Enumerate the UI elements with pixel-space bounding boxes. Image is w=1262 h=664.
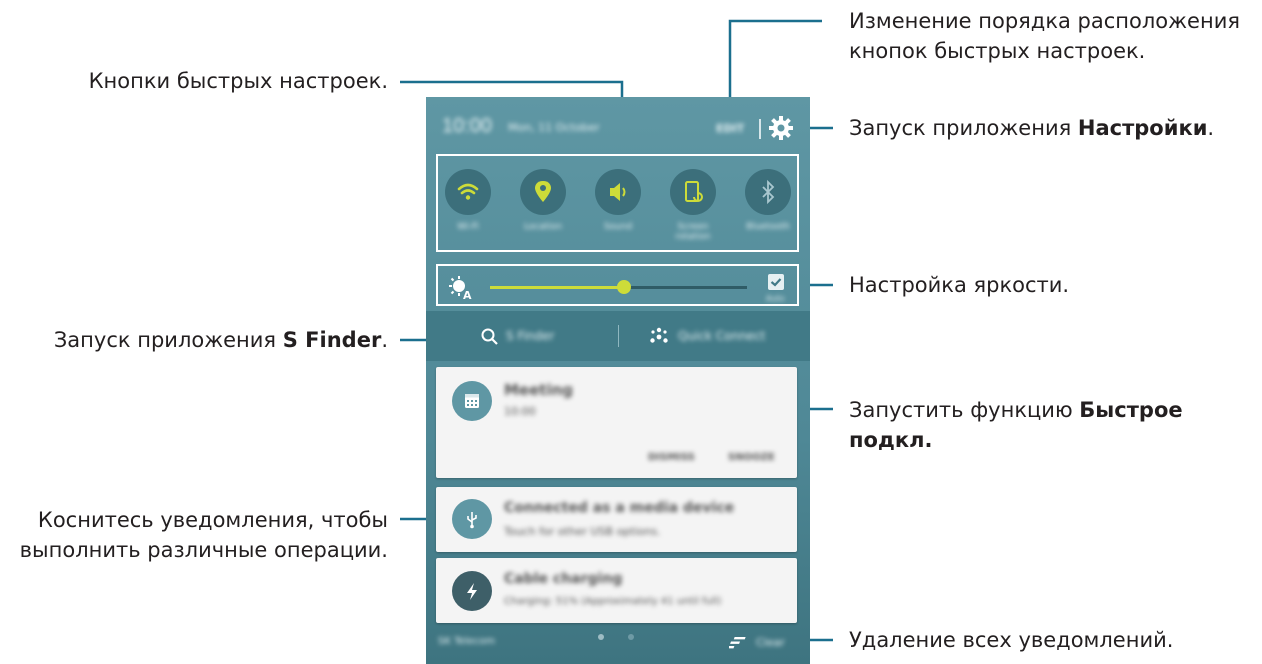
panel-bottom-bar: SK Telecom Clear xyxy=(426,624,810,664)
callout-reorder: Изменение порядка расположения кнопок бы… xyxy=(849,6,1240,66)
notification-title: Connected as a media device xyxy=(504,500,735,516)
svg-text:A: A xyxy=(463,289,472,300)
snooze-button[interactable]: SNOOZE xyxy=(728,452,775,463)
brightness-auto-icon: A xyxy=(449,276,472,300)
callout-qc-bold1: Быстрое xyxy=(1079,398,1183,422)
brightness-panel: A Auto xyxy=(436,264,799,306)
auto-brightness-label: Auto xyxy=(766,294,785,303)
callout-qc-bold2: подкл. xyxy=(849,428,933,452)
callout-clear-all: Удаление всех уведомлений. xyxy=(849,628,1174,652)
quick-label-location: Location xyxy=(523,222,563,232)
quick-label-sound: Sound xyxy=(603,222,633,232)
notification-panel: 10:00 Mon, 11 October EDIT Wi-Fi Locatio… xyxy=(426,97,810,664)
sound-icon xyxy=(610,183,626,201)
callout-notif-line1: Коснитесь уведомления, чтобы xyxy=(37,508,388,532)
notification-avatar xyxy=(452,571,492,611)
screen-rotation-icon xyxy=(685,181,703,202)
notification-subtitle: Touch for other USB options. xyxy=(504,525,661,538)
notification-subtitle: Charging: 51% (Approximately 41 until fu… xyxy=(504,596,722,607)
status-bar: 10:00 Mon, 11 October EDIT xyxy=(426,97,810,149)
notification-card-meeting[interactable]: Meeting 10:00 DISMISS SNOOZE xyxy=(436,367,797,478)
search-icon[interactable] xyxy=(480,327,500,347)
notification-avatar xyxy=(452,381,492,421)
callout-settings: Запуск приложения Настройки. xyxy=(849,113,1214,143)
callout-sfinder-bold: S Finder xyxy=(282,328,382,352)
s-finder-label[interactable]: S Finder xyxy=(506,329,554,343)
brightness-slider[interactable] xyxy=(490,280,747,294)
location-icon xyxy=(535,181,551,202)
callout-reorder-line2: кнопок быстрых настроек. xyxy=(849,39,1146,63)
quick-settings-panel: Wi-Fi Location Sound Screen rotation Blu… xyxy=(436,154,799,252)
calendar-icon xyxy=(465,394,479,408)
check-icon xyxy=(770,278,782,287)
quick-label-bluetooth: Bluetooth xyxy=(746,222,790,232)
quick-label-wifi: Wi-Fi xyxy=(457,222,479,232)
divider xyxy=(759,119,761,139)
auto-brightness-checkbox[interactable] xyxy=(768,274,784,290)
gear-icon[interactable] xyxy=(766,113,796,143)
page-indicator-dot xyxy=(598,634,604,640)
quick-button-wifi[interactable] xyxy=(445,169,491,215)
carrier-label: SK Telecom xyxy=(438,636,495,647)
clock-date: Mon, 11 October xyxy=(508,121,600,134)
notification-card-charging[interactable]: Cable charging Charging: 51% (Approximat… xyxy=(436,558,797,623)
finder-connect-bar: S Finder Quick Connect xyxy=(426,311,810,361)
notification-title: Cable charging xyxy=(504,571,623,587)
notification-title: Meeting xyxy=(504,381,574,399)
charging-icon xyxy=(467,583,477,600)
quick-button-screen-rotation[interactable] xyxy=(670,169,716,215)
callout-settings-suffix: . xyxy=(1207,116,1215,140)
quick-label-rotation: Screen rotation xyxy=(675,222,711,242)
callout-sfinder-suffix: . xyxy=(381,328,388,352)
callout-settings-bold: Настройки xyxy=(1077,116,1208,140)
callout-notif-line2: выполнить различные операции. xyxy=(19,538,388,562)
brightness-fill xyxy=(490,286,624,289)
dismiss-button[interactable]: DISMISS xyxy=(648,452,695,463)
callout-settings-prefix: Запуск приложения xyxy=(849,116,1078,140)
callout-quick-connect: Запустить функцию Быстрое подкл. xyxy=(849,395,1183,455)
callout-notification: Коснитесь уведомления, чтобы выполнить р… xyxy=(20,505,388,565)
usb-icon xyxy=(467,512,477,529)
callout-qc-prefix: Запустить функцию xyxy=(849,398,1080,422)
finder-divider xyxy=(618,325,619,347)
callout-sfinder-prefix: Запуск приложения xyxy=(53,328,283,352)
quick-button-sound[interactable] xyxy=(595,169,641,215)
quick-button-bluetooth[interactable] xyxy=(745,169,791,215)
callout-reorder-line1: Изменение порядка расположения xyxy=(849,9,1240,33)
callout-brightness: Настройка яркости. xyxy=(849,273,1070,297)
clock-time: 10:00 xyxy=(442,115,493,137)
notification-card-usb[interactable]: Connected as a media device Touch for ot… xyxy=(436,487,797,552)
quick-button-location[interactable] xyxy=(520,169,566,215)
clear-all-icon[interactable] xyxy=(729,636,747,650)
quick-connect-icon[interactable] xyxy=(648,326,670,348)
notification-subtitle: 10:00 xyxy=(504,405,536,418)
bluetooth-icon xyxy=(762,179,775,205)
edit-button[interactable]: EDIT xyxy=(716,122,744,135)
notification-avatar xyxy=(452,499,492,539)
callout-quick-buttons: Кнопки быстрых настроек. xyxy=(88,69,388,93)
brightness-thumb[interactable] xyxy=(617,280,631,294)
quick-connect-label[interactable]: Quick Connect xyxy=(678,329,765,343)
callout-sfinder: Запуск приложения S Finder. xyxy=(54,325,388,355)
clear-button[interactable]: Clear xyxy=(756,636,785,649)
wifi-icon xyxy=(457,183,479,200)
page-indicator-dot xyxy=(628,634,634,640)
